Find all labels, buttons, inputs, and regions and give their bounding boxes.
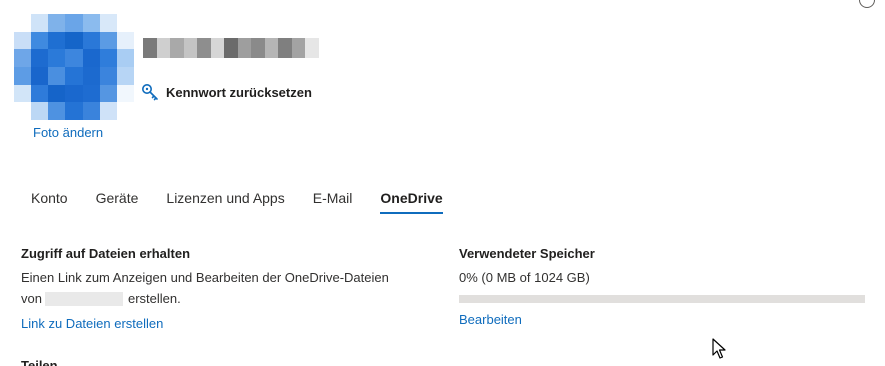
storage-usage-text: 0% (0 MB of 1024 GB) bbox=[459, 270, 590, 285]
storage-progress-bar bbox=[459, 295, 865, 303]
avatar[interactable] bbox=[14, 14, 134, 120]
tab-email[interactable]: E-Mail bbox=[313, 186, 353, 214]
edit-storage-link[interactable]: Bearbeiten bbox=[459, 312, 522, 327]
create-file-link[interactable]: Link zu Dateien erstellen bbox=[21, 316, 163, 331]
tab-onedrive[interactable]: OneDrive bbox=[380, 186, 443, 214]
reset-password-label: Kennwort zurücksetzen bbox=[166, 84, 312, 100]
reset-password-button[interactable]: Kennwort zurücksetzen bbox=[140, 82, 312, 102]
change-photo-link[interactable]: Foto ändern bbox=[33, 125, 103, 140]
user-details-panel: Foto ändern Kennwort zurücksetzen Konto … bbox=[0, 0, 885, 366]
username-redacted bbox=[44, 291, 123, 306]
description-suffix: erstellen. bbox=[127, 291, 181, 306]
tab-geraete[interactable]: Geräte bbox=[96, 186, 139, 214]
file-access-description: Einen Link zum Anzeigen und Bearbeiten d… bbox=[21, 270, 389, 285]
display-name-redacted bbox=[143, 38, 319, 58]
tab-konto[interactable]: Konto bbox=[31, 186, 68, 214]
tab-lizenzen-und-apps[interactable]: Lizenzen und Apps bbox=[166, 186, 284, 214]
storage-title: Verwendeter Speicher bbox=[459, 246, 595, 261]
file-access-description-line2: von erstellen. bbox=[21, 291, 181, 306]
help-icon[interactable] bbox=[859, 0, 875, 8]
key-icon bbox=[140, 82, 160, 102]
tab-bar: Konto Geräte Lizenzen und Apps E-Mail On… bbox=[20, 186, 471, 214]
mouse-cursor-icon bbox=[712, 338, 726, 360]
description-prefix: von bbox=[21, 291, 42, 306]
file-access-title: Zugriff auf Dateien erhalten bbox=[21, 246, 191, 261]
sharing-section-title: Teilen bbox=[21, 358, 58, 366]
